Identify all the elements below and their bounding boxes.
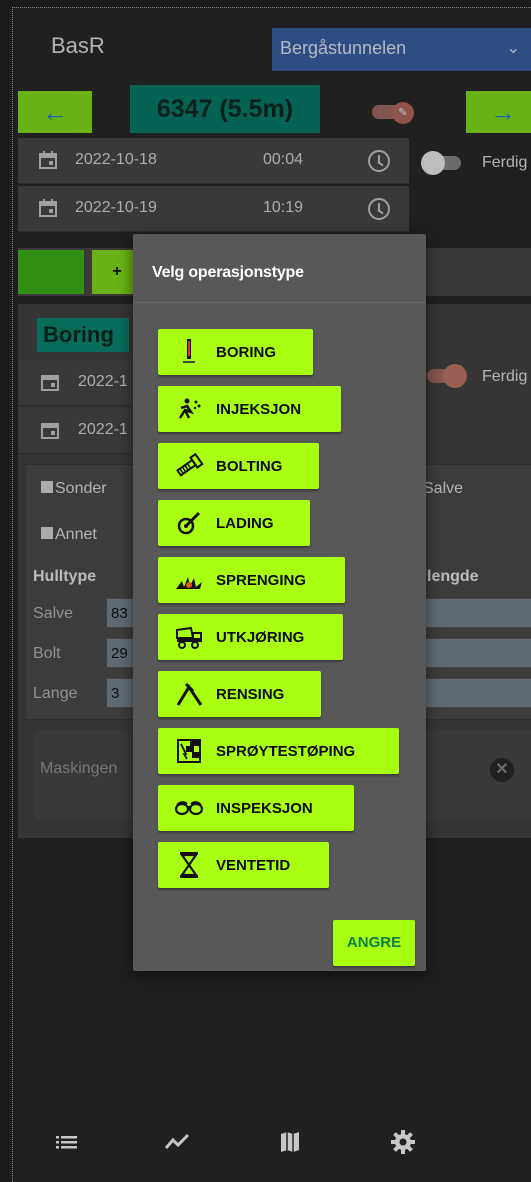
- dialog-divider: [133, 302, 426, 303]
- option-boring-button[interactable]: BORING: [158, 329, 313, 375]
- cancel-button[interactable]: ANGRE: [333, 920, 415, 966]
- shotcrete-icon: [172, 736, 206, 766]
- injection-icon: [172, 394, 206, 424]
- option-injeksjon-button[interactable]: INJEKSJON: [158, 386, 341, 432]
- option-utkjoring-button[interactable]: UTKJØRING: [158, 614, 343, 660]
- pickaxe-icon: [172, 679, 206, 709]
- option-ventetid-button[interactable]: VENTETID: [158, 842, 329, 888]
- option-lading-button[interactable]: LADING: [158, 500, 310, 546]
- operation-type-dialog: Velg operasjonstype BORING INJEKSJON BOL…: [133, 234, 426, 971]
- option-sproytestoping-button[interactable]: SPRØYTESTØPING: [158, 728, 399, 774]
- hourglass-icon: [172, 850, 206, 880]
- explosion-icon: [172, 565, 206, 595]
- truck-icon: [172, 622, 206, 652]
- dialog-title: Velg operasjonstype: [152, 264, 304, 281]
- drill-icon: [172, 337, 206, 367]
- option-bolting-button[interactable]: BOLTING: [158, 443, 319, 489]
- bolt-icon: [172, 451, 206, 481]
- option-rensing-button[interactable]: RENSING: [158, 671, 321, 717]
- option-sprenging-button[interactable]: SPRENGING: [158, 557, 345, 603]
- glasses-icon: [172, 793, 206, 823]
- charging-icon: [172, 508, 206, 538]
- app-frame: BasR Bergåstunnelen ⌄ ← 6347 (5.5m) ✎ → …: [12, 7, 531, 1182]
- option-inspeksjon-button[interactable]: INSPEKSJON: [158, 785, 354, 831]
